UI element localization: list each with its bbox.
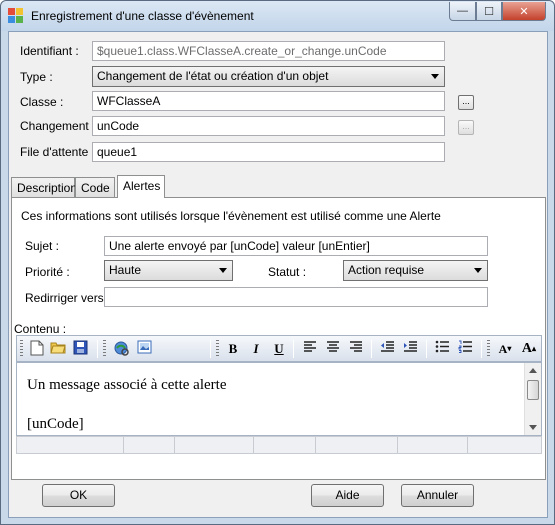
insert-image-icon[interactable]	[135, 340, 155, 358]
ok-button[interactable]: OK	[42, 484, 115, 507]
close-button[interactable]: ✕	[502, 2, 546, 21]
link-icon[interactable]	[111, 340, 131, 358]
file-attente-label: File d'attente :	[20, 145, 95, 159]
toolbar-grip[interactable]	[487, 340, 490, 358]
changement-label: Changement :	[20, 119, 96, 133]
classe-field[interactable]: WFClasseA	[92, 91, 445, 111]
statut-select[interactable]: Action requise	[343, 260, 488, 281]
editor-statusbar	[16, 436, 542, 454]
aide-button[interactable]: Aide	[311, 484, 384, 507]
sujet-field[interactable]: Une alerte envoyé par [unCode] valeur [u…	[104, 236, 488, 256]
contenu-editor[interactable]: Un message associé à cette alerte [unCod…	[16, 362, 542, 436]
scroll-up-icon[interactable]	[529, 368, 537, 373]
file-attente-field[interactable]: queue1	[92, 142, 445, 162]
priorite-label: Priorité :	[25, 265, 70, 279]
align-left-icon[interactable]	[301, 340, 319, 358]
priorite-select[interactable]: Haute	[104, 260, 233, 281]
save-icon[interactable]	[71, 340, 89, 358]
scroll-down-icon[interactable]	[529, 425, 537, 430]
sujet-label: Sujet :	[25, 239, 60, 253]
font-bigger-label: A	[521, 341, 533, 356]
type-label: Type :	[20, 70, 53, 84]
italic-button[interactable]: I	[247, 340, 265, 358]
classe-label: Classe :	[20, 95, 64, 109]
bold-button[interactable]: B	[224, 340, 242, 358]
type-select[interactable]: Changement de l'état ou création d'un ob…	[92, 66, 445, 87]
chevron-down-icon	[474, 268, 482, 273]
window-title: Enregistrement d'une classe d'évènement	[31, 9, 254, 23]
contenu-label: Contenu :	[14, 322, 67, 336]
toolbar-grip[interactable]	[20, 340, 23, 358]
identifiant-label: Identifiant :	[20, 44, 79, 58]
font-bigger-button[interactable]: A▴	[519, 340, 539, 358]
app-icon	[8, 8, 24, 24]
identifiant-field[interactable]: $queue1.class.WFClasseA.create_or_change…	[92, 41, 445, 61]
new-document-icon[interactable]	[28, 340, 46, 358]
editor-line: [unCode]	[27, 416, 84, 432]
classe-browse-button[interactable]: ...	[458, 95, 474, 110]
tab-alertes[interactable]: Alertes	[117, 175, 165, 198]
tab-description[interactable]: Description	[11, 177, 77, 197]
bullet-list-icon[interactable]	[433, 340, 451, 358]
indent-icon[interactable]	[401, 340, 419, 358]
editor-line: Un message associé à cette alerte	[27, 377, 227, 393]
chevron-down-icon	[219, 268, 227, 273]
editor-toolbar: B I U A▾ A▴	[16, 335, 542, 362]
statut-select-value: Action requise	[348, 263, 425, 277]
toolbar-separator	[293, 340, 294, 358]
scroll-thumb[interactable]	[527, 380, 539, 400]
priorite-select-value: Haute	[109, 263, 142, 277]
type-select-value: Changement de l'état ou création d'un ob…	[97, 69, 329, 83]
outdent-icon[interactable]	[378, 340, 396, 358]
toolbar-grip[interactable]	[103, 340, 106, 358]
alertes-panel: Ces informations sont utilisés lorsque l…	[11, 197, 546, 480]
minimize-button[interactable]: —	[449, 2, 476, 21]
rediriger-field[interactable]	[104, 287, 488, 307]
maximize-button[interactable]: ☐	[476, 2, 502, 21]
font-smaller-button[interactable]: A▾	[496, 340, 514, 358]
rediriger-label: Redirriger vers :	[25, 291, 111, 305]
toolbar-separator	[481, 340, 482, 358]
toolbar-grip[interactable]	[216, 340, 219, 358]
annuler-button[interactable]: Annuler	[401, 484, 474, 507]
dialog-window: Enregistrement d'une classe d'évènement …	[0, 0, 555, 525]
statut-label: Statut :	[268, 265, 307, 279]
changement-field[interactable]: unCode	[92, 116, 445, 136]
dialog-client-area: Identifiant : $queue1.class.WFClasseA.cr…	[8, 31, 548, 518]
editor-scrollbar[interactable]	[524, 363, 541, 435]
numbered-list-icon[interactable]	[456, 340, 474, 358]
toolbar-separator	[426, 340, 427, 358]
align-center-icon[interactable]	[324, 340, 342, 358]
toolbar-separator	[371, 340, 372, 358]
alertes-info-text: Ces informations sont utilisés lorsque l…	[21, 209, 441, 223]
tab-code[interactable]: Code	[75, 177, 115, 197]
open-folder-icon[interactable]	[49, 340, 67, 358]
underline-button[interactable]: U	[270, 340, 288, 358]
align-right-icon[interactable]	[347, 340, 365, 358]
toolbar-separator	[97, 340, 98, 358]
chevron-down-icon	[431, 74, 439, 79]
title-bar[interactable]: Enregistrement d'une classe d'évènement …	[1, 1, 554, 31]
toolbar-separator	[210, 340, 211, 358]
changement-browse-button[interactable]: ...	[458, 120, 474, 135]
